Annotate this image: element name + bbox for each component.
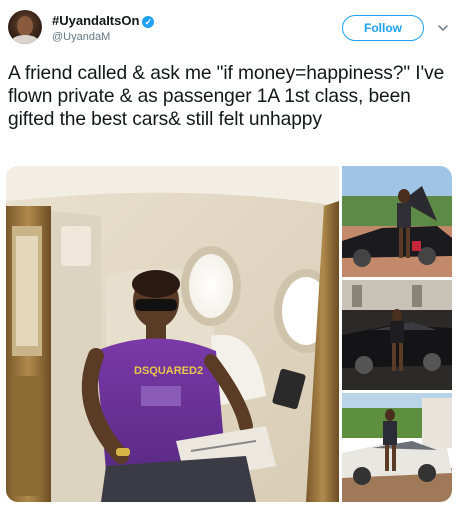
shirt-print-text: DSQUARED2 (134, 365, 203, 377)
user-handle[interactable]: @UyandaM (52, 31, 110, 44)
verified-badge-icon: ✓ (142, 16, 155, 28)
supercar-photo-1[interactable] (342, 166, 452, 277)
avatar[interactable] (8, 10, 42, 44)
tweet-header: #UyandaItsOn ✓ @UyandaM Follow (0, 0, 456, 56)
display-name-text[interactable]: #UyandaItsOn (52, 13, 139, 28)
tweet-text: A friend called & ask me "if money=happi… (8, 63, 445, 130)
cabin-photo[interactable]: DSQUARED2 (6, 166, 339, 502)
chevron-down-icon[interactable] (437, 22, 449, 34)
supercar-photo-3[interactable] (342, 393, 452, 502)
supercar-photo-2[interactable] (342, 280, 452, 390)
follow-button[interactable]: Follow (342, 15, 424, 41)
tweet-media-grid[interactable]: DSQUARED2 (6, 166, 452, 502)
display-name[interactable]: #UyandaItsOn ✓ (52, 13, 155, 28)
